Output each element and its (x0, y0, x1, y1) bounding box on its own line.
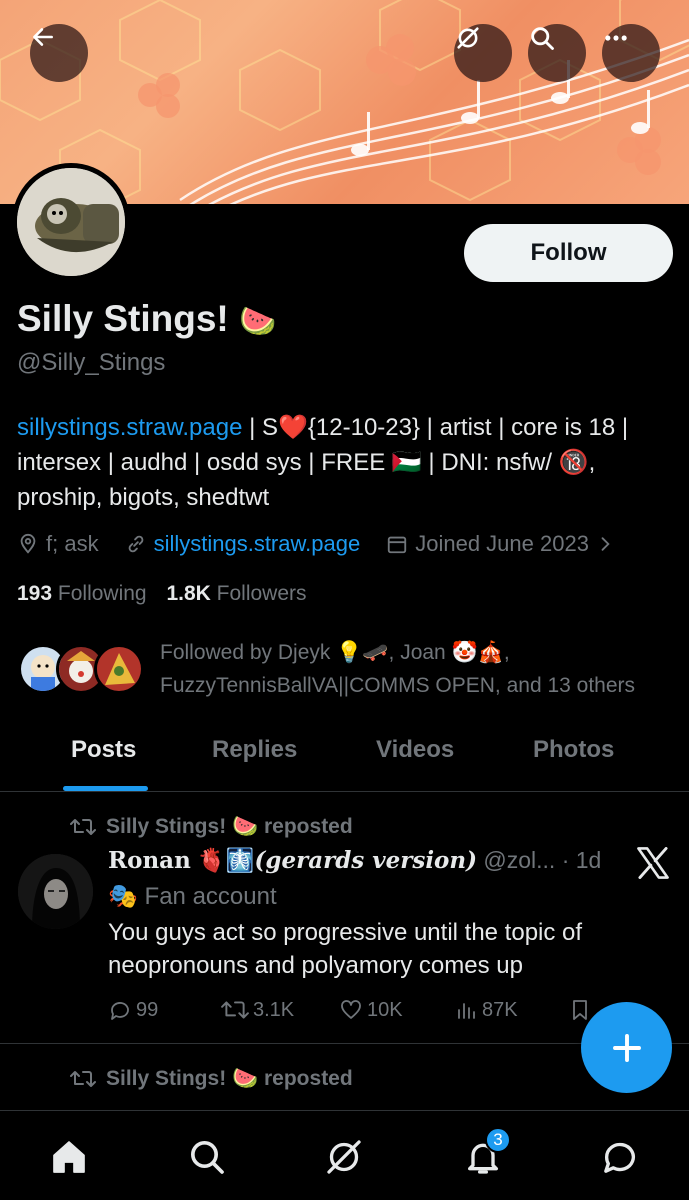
profile-bio: sillystings.straw.page | S❤️{12-10-23} |… (17, 410, 677, 515)
reply-count: 99 (136, 998, 159, 1021)
home-icon (53, 1141, 85, 1173)
followed-by-text: Followed by Djeyk 💡🛹, Joan 🤡🎪, FuzzyTenn… (160, 636, 635, 702)
search-button[interactable] (528, 24, 586, 82)
no-under-18-emoji: 🔞 (558, 449, 589, 476)
grok-icon (457, 27, 479, 49)
compose-button[interactable] (581, 1002, 672, 1093)
tab-posts[interactable]: Posts (71, 736, 136, 764)
repost-label: Silly Stings! 🍉 reposted (106, 1067, 353, 1090)
chat-bubble-icon (604, 1142, 635, 1173)
search-icon (191, 1141, 224, 1174)
followers-count: 1.8K (166, 582, 211, 605)
notification-badge: 3 (485, 1127, 511, 1153)
plus-icon (612, 1033, 641, 1062)
follower-avatar-image-3 (97, 647, 141, 691)
post-text: You guys act so progressive until the to… (108, 919, 583, 979)
post-author-name[interactable]: Ronan (108, 847, 191, 874)
following-count: 193 (17, 582, 53, 605)
views-button[interactable]: 87K (454, 998, 518, 1022)
more-button[interactable] (602, 24, 660, 82)
bookmark-icon (573, 1000, 587, 1020)
repost-button[interactable]: 3.1K (221, 998, 294, 1022)
x-logo-icon (637, 847, 669, 879)
following-link[interactable]: 193 Following (17, 582, 147, 605)
bottom-navigation: 3 (0, 1110, 689, 1200)
fan-account-label: 🎭 Fan account (108, 883, 277, 910)
nav-home[interactable] (47, 1135, 91, 1179)
follow-button[interactable]: Follow (464, 224, 673, 282)
repost-count: 3.1K (253, 998, 295, 1021)
repost-action-icon (221, 1001, 249, 1019)
tab-replies[interactable]: Replies (212, 736, 297, 764)
post-author-suffix[interactable]: (gerards version) (254, 847, 477, 874)
bio-text-3: | DNI: nsfw/ (421, 449, 559, 476)
flag-emoji: 🇵🇸 (391, 449, 422, 476)
follower-avatar-3 (94, 644, 144, 694)
followed-by-line-2: FuzzyTennisBallVA||COMMS OPEN, and 13 ot… (160, 674, 636, 697)
repost-icon (70, 819, 96, 835)
post-header: Ronan 🫀🩻(gerards version) @zol... · 1d (108, 847, 601, 874)
tab-photos[interactable]: Photos (533, 736, 614, 764)
heart-emoji: ❤️ (278, 414, 308, 441)
website[interactable]: sillystings.straw.page (125, 531, 361, 557)
post-author-emoji: 🫀🩻 (197, 847, 255, 873)
profile-name-text: Silly Stings! (17, 298, 229, 339)
followed-by[interactable]: Followed by Djeyk 💡🛹, Joan 🤡🎪, FuzzyTenn… (18, 636, 678, 700)
search-icon (531, 27, 554, 50)
post-actions: 99 3.1K 10K 87K (108, 998, 668, 1028)
nav-grok[interactable] (322, 1135, 366, 1179)
followers-link[interactable]: 1.8K Followers (166, 582, 306, 605)
location: f; ask (17, 531, 99, 557)
repost-indicator: Silly Stings! 🍉 reposted (70, 1067, 353, 1091)
post-handle-time: @zol... · 1d (477, 847, 602, 873)
joined-text: Joined June 2023 (415, 531, 589, 556)
tab-videos[interactable]: Videos (376, 736, 454, 764)
reply-button[interactable]: 99 (108, 998, 158, 1022)
link-icon (128, 535, 143, 553)
profile-handle: @Silly_Stings (17, 349, 166, 376)
calendar-icon (388, 536, 407, 554)
avatar-image (17, 168, 125, 276)
post-author-avatar-image (18, 854, 93, 929)
profile-name: Silly Stings! 🍉 (17, 298, 276, 340)
profile-meta: f; ask sillystings.straw.page Joined Jun… (17, 528, 641, 560)
reply-icon (111, 1002, 129, 1020)
heart-icon (341, 1000, 361, 1019)
like-button[interactable]: 10K (339, 998, 403, 1022)
grok-icon (327, 1140, 361, 1174)
profile-avatar[interactable] (12, 163, 130, 281)
like-count: 10K (367, 998, 403, 1021)
profile-tabs: Posts Replies Videos Photos (0, 720, 689, 792)
grok-button[interactable] (454, 24, 512, 82)
location-text: f; ask (46, 531, 99, 556)
more-icon (605, 35, 627, 41)
active-tab-indicator (63, 786, 148, 791)
back-button[interactable] (30, 24, 88, 82)
nav-messages[interactable] (598, 1135, 642, 1179)
bio-text-1: | S (242, 414, 279, 441)
location-pin-icon (20, 533, 36, 554)
nav-search[interactable] (185, 1135, 229, 1179)
arrow-left-icon (33, 28, 53, 46)
bio-link[interactable]: sillystings.straw.page (17, 414, 242, 441)
followers-label: Followers (216, 582, 307, 605)
nav-notifications[interactable]: 3 (461, 1127, 511, 1179)
follow-counts: 193 Following 1.8K Followers (17, 582, 307, 606)
following-label: Following (57, 582, 147, 605)
post-author-avatar[interactable] (18, 854, 93, 929)
followed-by-line-1: Followed by Djeyk 💡🛹, Joan 🤡🎪, (160, 641, 510, 664)
repost-indicator: Silly Stings! 🍉 reposted (70, 815, 353, 839)
website-link[interactable]: sillystings.straw.page (154, 531, 361, 557)
chevron-right-icon (601, 537, 610, 551)
joined-date[interactable]: Joined June 2023 (386, 531, 615, 557)
repost-label: Silly Stings! 🍉 reposted (106, 815, 353, 838)
view-count: 87K (482, 998, 518, 1021)
analytics-icon (458, 1003, 475, 1019)
watermelon-emoji: 🍉 (239, 305, 277, 338)
repost-icon (70, 1071, 96, 1087)
post[interactable]: Silly Stings! 🍉 reposted Ronan 🫀🩻(gerard… (0, 793, 689, 1044)
